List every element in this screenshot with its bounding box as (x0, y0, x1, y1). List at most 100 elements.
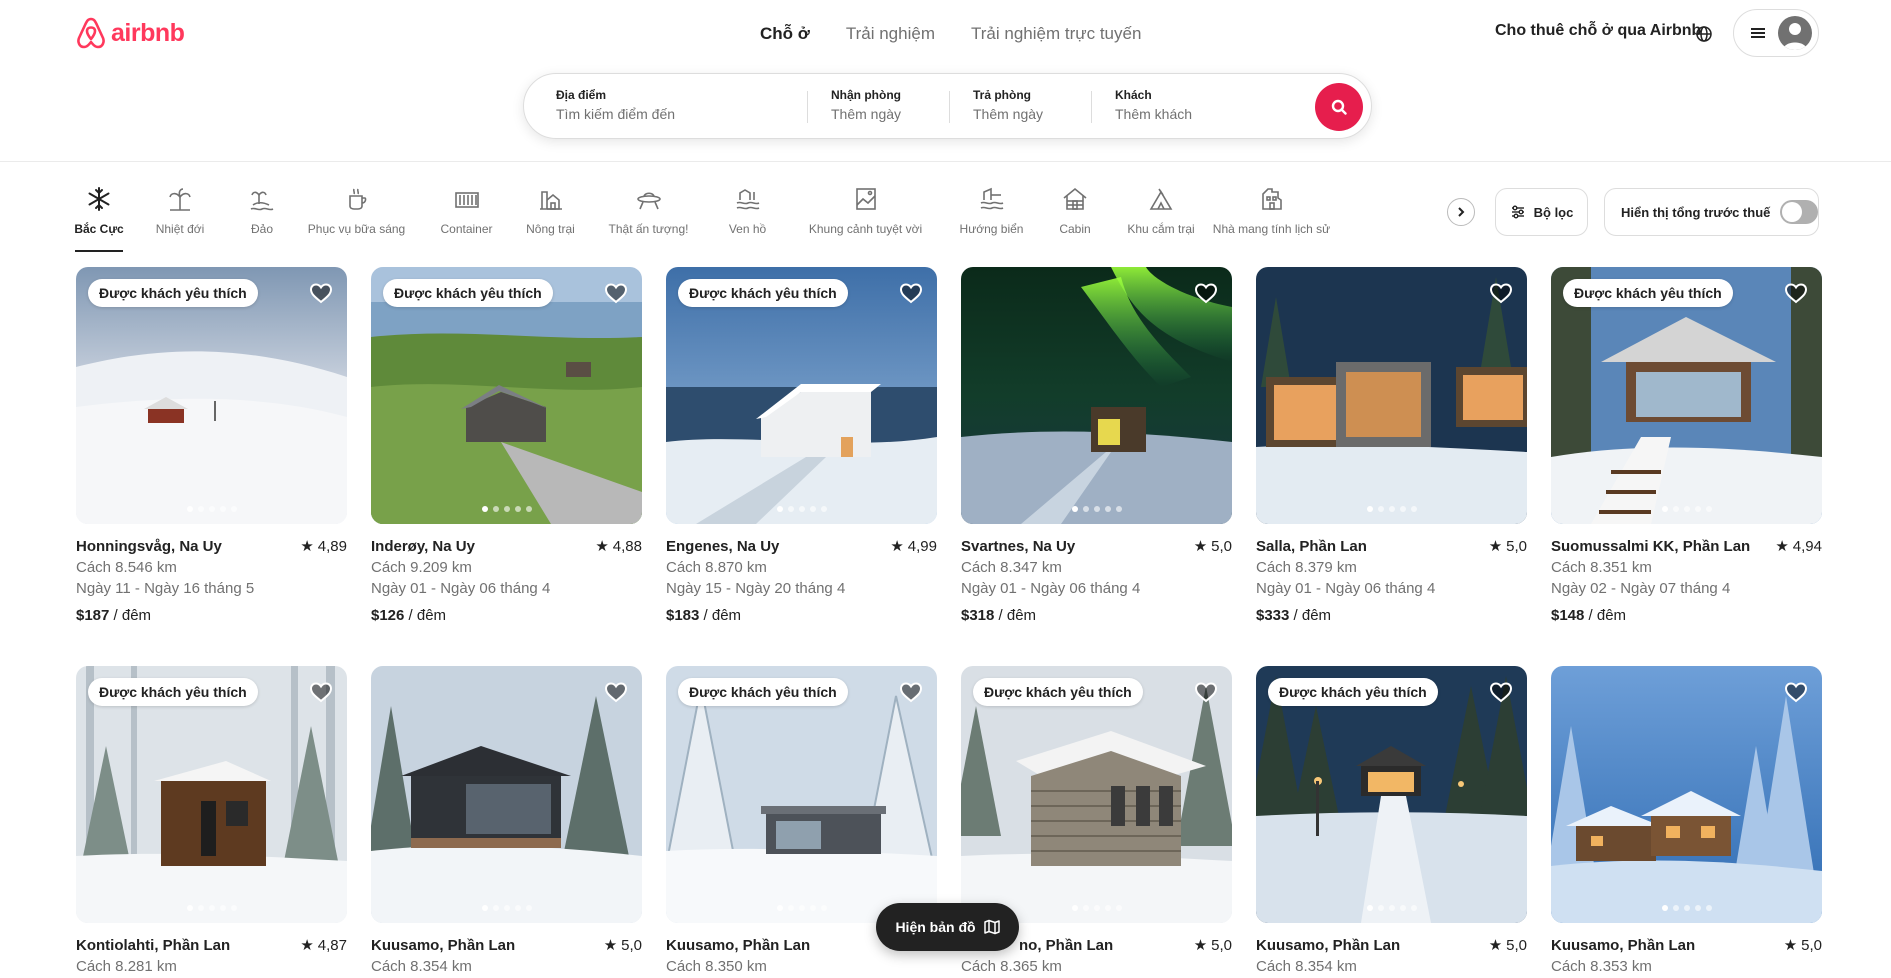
airbnb-logo[interactable]: airbnb (75, 16, 185, 50)
search-button[interactable] (1315, 83, 1363, 131)
category-tropical[interactable]: Nhiệt đới (153, 184, 207, 252)
listing-card[interactable]: Được khách yêu thích Kuusamo, Phần Lan ★ 5… (1256, 666, 1527, 977)
heart-icon[interactable] (1784, 680, 1808, 704)
checkout-label: Trả phòng (973, 88, 1031, 102)
guest-favorite-badge: Được khách yêu thích (88, 279, 258, 307)
user-avatar-icon (1778, 16, 1812, 50)
listing-card[interactable]: Được khách yêu thích Kontiolahti, Phần L… (76, 666, 347, 977)
category-omg[interactable]: Thật ấn tượng! (606, 184, 691, 252)
listing-photo[interactable] (1551, 666, 1822, 923)
heart-icon[interactable] (604, 680, 628, 704)
heart-icon[interactable] (899, 281, 923, 305)
where-field[interactable]: Địa điểm Tìm kiếm điểm đến (524, 74, 807, 138)
listing-price: $187 (76, 607, 110, 624)
listing-distance: Cách 8.281 km (76, 958, 177, 975)
category-label: Container (440, 222, 493, 236)
guest-favorite-badge: Được khách yêu thích (973, 678, 1143, 706)
tax-toggle-control[interactable]: Hiển thị tổng trước thuế (1604, 188, 1819, 236)
star-icon: ★ (1783, 937, 1798, 954)
listing-card[interactable]: Được khách yêu thích Inderøy, Na Uy ★ 4,88… (371, 267, 642, 626)
category-container[interactable]: Container (438, 184, 495, 252)
heart-icon[interactable] (309, 680, 333, 704)
listing-photo[interactable]: Được khách yêu thích (76, 267, 347, 524)
checkin-label: Nhận phòng (831, 88, 901, 102)
tax-toggle-switch[interactable] (1780, 200, 1819, 224)
listing-distance: Cách 8.546 km (76, 559, 177, 576)
price-unit: / đêm (1289, 607, 1332, 624)
listing-photo[interactable]: Được khách yêu thích (76, 666, 347, 923)
tab-stays[interactable]: Chỗ ở (760, 20, 810, 48)
category-beachfront[interactable]: Hướng biển (957, 184, 1026, 252)
category-label: Hướng biển (959, 222, 1024, 236)
category-camping[interactable]: Khu cắm trại (1125, 184, 1197, 252)
header: airbnb Chỗ ở Trải nghiệm Trải nghiệm trự… (0, 0, 1891, 162)
category-amazing-views[interactable]: Khung cảnh tuyệt vời (805, 184, 926, 252)
show-map-label: Hiện bản đồ (895, 919, 976, 935)
rating-value: 5,0 (1801, 937, 1822, 954)
tab-online-experiences[interactable]: Trải nghiệm trực tuyến (971, 20, 1141, 48)
listing-rating: ★ 4,99 (890, 536, 937, 557)
globe-icon[interactable] (1692, 22, 1716, 46)
listing-photo[interactable]: Được khách yêu thích (1256, 666, 1527, 923)
heart-icon[interactable] (1784, 281, 1808, 305)
listing-location: Engenes, Na Uy (666, 538, 780, 555)
guests-field[interactable]: Khách Thêm khách (1091, 74, 1291, 138)
checkout-field[interactable]: Trả phòng Thêm ngày (949, 74, 1091, 138)
listing-photo[interactable] (961, 267, 1232, 524)
heart-icon[interactable] (1194, 281, 1218, 305)
heart-icon[interactable] (1194, 680, 1218, 704)
listing-photo[interactable]: Được khách yêu thích (1551, 267, 1822, 524)
category-cabins[interactable]: Cabin (1058, 184, 1092, 252)
listing-card[interactable]: Svartnes, Na Uy ★ 5,0 Cách 8.347 km Ngày 0… (961, 267, 1232, 626)
heart-icon[interactable] (899, 680, 923, 704)
rating-value: 4,87 (317, 937, 347, 954)
price-unit: / đêm (699, 607, 742, 624)
listing-card[interactable]: Salla, Phần Lan ★ 5,0 Cách 8.379 km Ngày 0… (1256, 267, 1527, 626)
show-map-button[interactable]: Hiện bản đồ (876, 903, 1019, 951)
category-arctic[interactable]: Bắc Cực (74, 184, 124, 252)
heart-icon[interactable] (309, 281, 333, 305)
category-next-button[interactable] (1447, 198, 1475, 226)
listing-card[interactable]: Kuusamo, Phần Lan ★ 5,0 Cách 8.354 km (371, 666, 642, 977)
filters-button[interactable]: Bộ lọc (1495, 188, 1588, 236)
star-icon: ★ (1193, 538, 1208, 555)
category-historical-homes[interactable]: Nhà mang tính lịch sử (1211, 184, 1332, 252)
user-menu-button[interactable] (1733, 9, 1819, 57)
checkin-placeholder: Thêm ngày (831, 106, 902, 122)
listing-photo[interactable]: Được khách yêu thích (961, 666, 1232, 923)
listing-dates: Ngày 01 - Ngày 06 tháng 4 (1256, 580, 1436, 597)
heart-icon[interactable] (1489, 680, 1513, 704)
tab-experiences[interactable]: Trải nghiệm (846, 20, 935, 48)
listing-photo[interactable]: Được khách yêu thích (371, 267, 642, 524)
category-lakefront[interactable]: Ven hồ (728, 184, 767, 252)
listing-photo[interactable] (371, 666, 642, 923)
listing-location: Suomussalmi KK, Phần Lan (1551, 538, 1751, 555)
listing-photo[interactable]: Được khách yêu thích (666, 267, 937, 524)
listing-photo[interactable] (1256, 267, 1527, 524)
rating-value: 4,89 (317, 538, 347, 555)
category-bed-and-breakfast[interactable]: Phục vụ bữa sáng (307, 184, 406, 252)
listing-card[interactable]: Được khách yêu thích Suomussalmi KK, Phầ… (1551, 267, 1822, 626)
rating-value: 5,0 (1506, 538, 1527, 555)
category-farms[interactable]: Nông trại (524, 184, 577, 252)
carousel-dots (666, 506, 937, 512)
listing-card[interactable]: Được khách yêu thích Honningsvåg, Na Uy ★… (76, 267, 347, 626)
price-unit: / đêm (109, 607, 152, 624)
listing-card[interactable]: Kuusamo, Phần Lan ★ 5,0 Cách 8.353 km (1551, 666, 1822, 977)
listing-card[interactable]: Được khách yêu thích Engenes, Na Uy ★ 4,99… (666, 267, 937, 626)
category-islands[interactable]: Đảo (248, 184, 276, 252)
star-icon: ★ (1775, 538, 1789, 555)
host-link[interactable]: Cho thuê chỗ ở qua Airbnb (1495, 22, 1701, 40)
lake-icon (736, 189, 759, 210)
listing-distance: Cách 8.347 km (961, 559, 1062, 576)
price-unit: / đêm (404, 607, 447, 624)
heart-icon[interactable] (1489, 281, 1513, 305)
listing-price: $126 (371, 607, 405, 624)
category-bar: Bắc Cực Nhiệt đới Đảo Phục vụ bữa sáng C… (74, 184, 1332, 252)
heart-icon[interactable] (604, 281, 628, 305)
category-label: Nhà mang tính lịch sử (1212, 222, 1331, 236)
listing-photo[interactable]: Được khách yêu thích (666, 666, 937, 923)
listing-distance: Cách 8.870 km (666, 559, 767, 576)
listing-distance: Cách 8.365 km (961, 958, 1062, 975)
checkin-field[interactable]: Nhận phòng Thêm ngày (807, 74, 949, 138)
